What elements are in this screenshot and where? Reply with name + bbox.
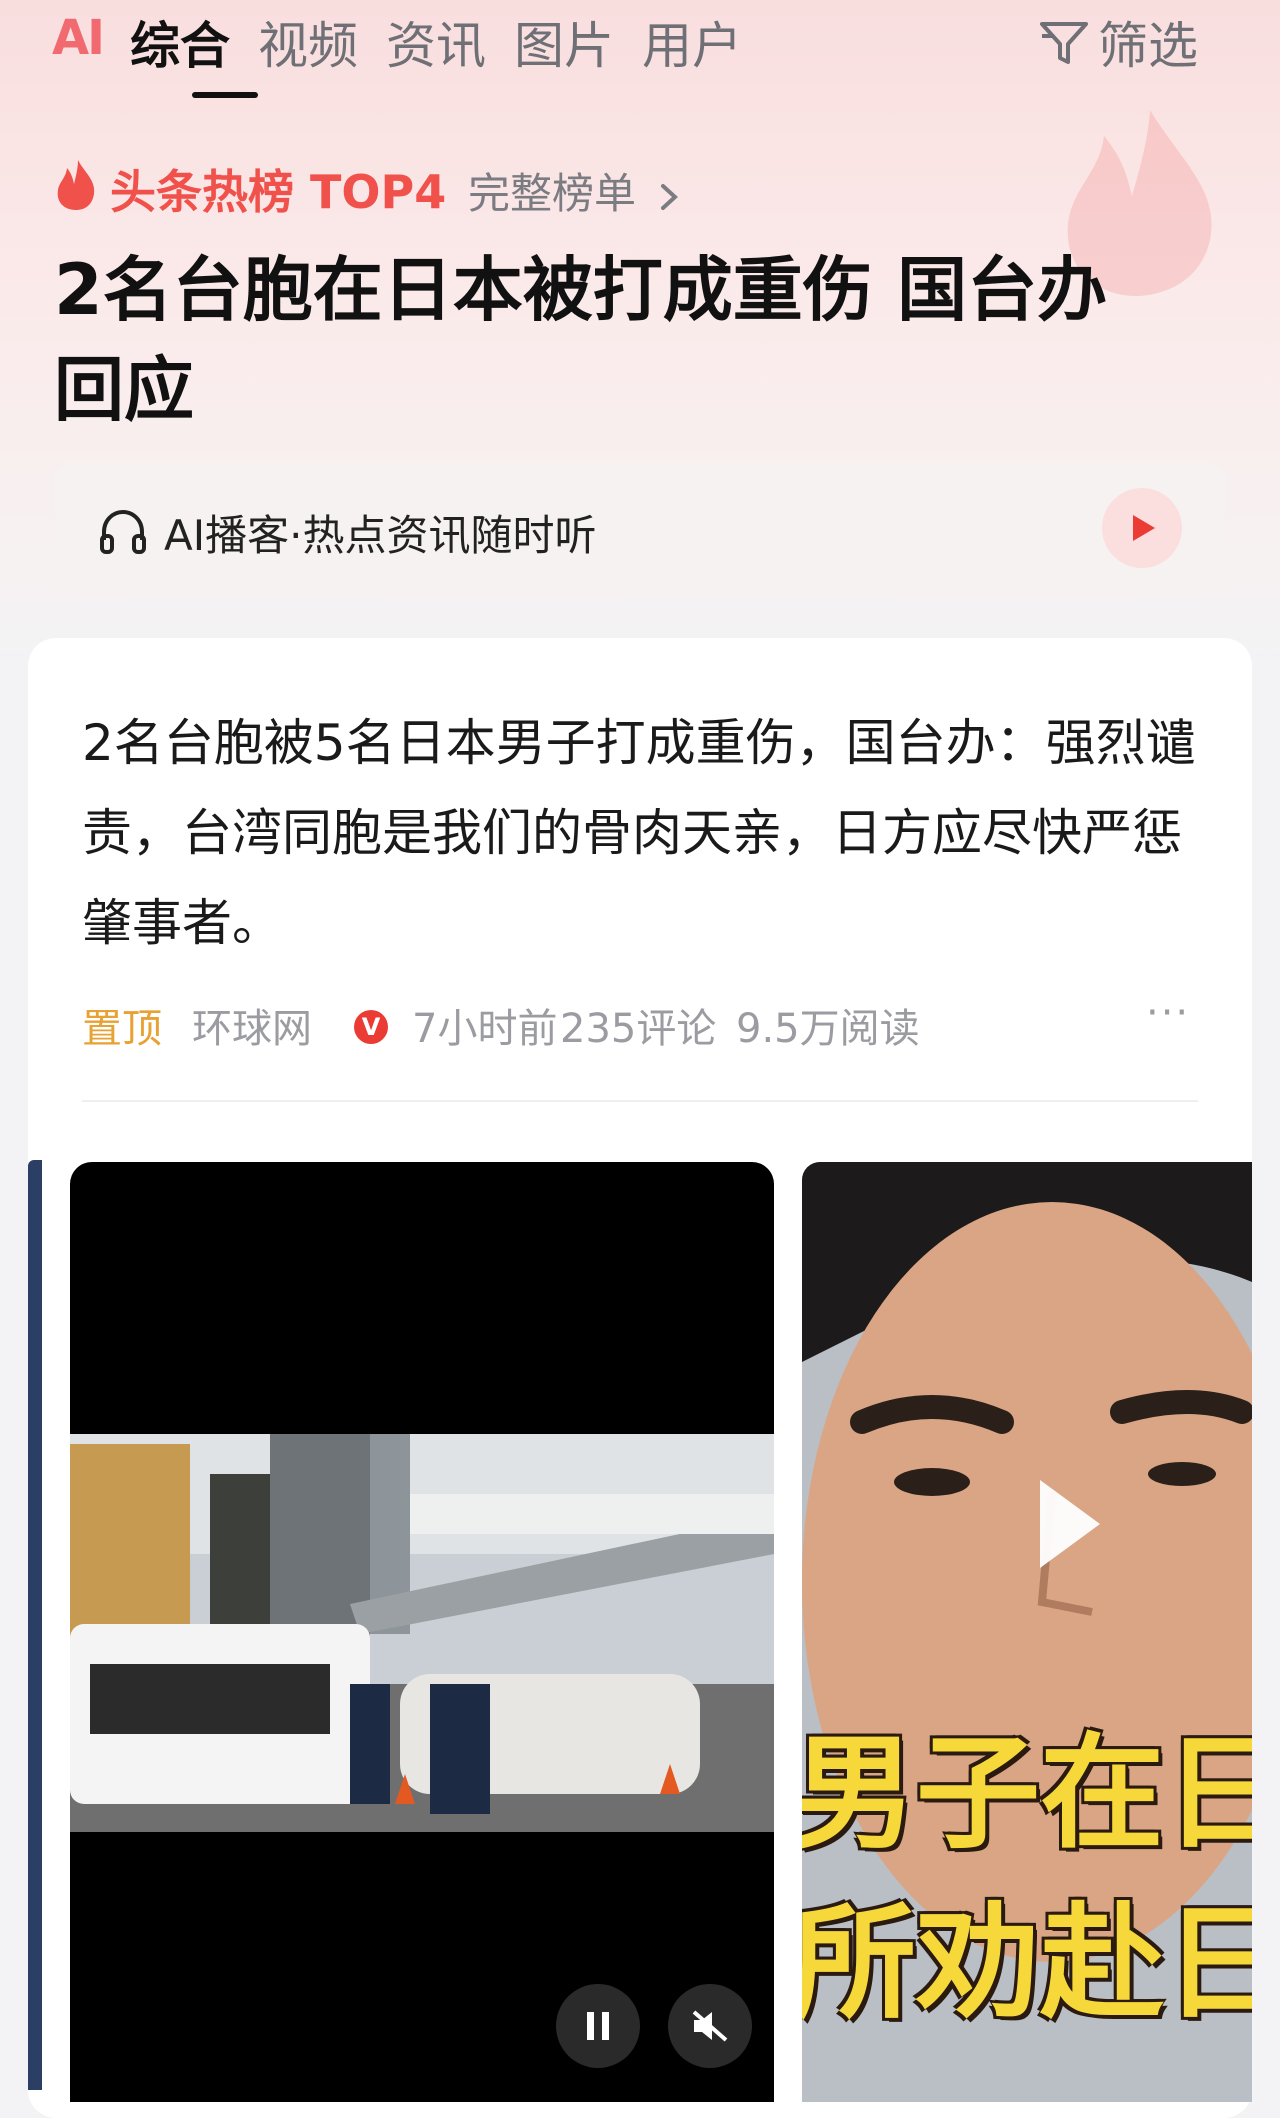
pinned-label: 置顶 [82,1006,162,1052]
active-tab-indicator [192,92,258,98]
ai-logo[interactable]: AI [52,10,105,66]
mute-button[interactable] [668,1984,752,2068]
video-thumbnail[interactable]: 男子在日 所劝赴日旅 [802,1162,1252,2102]
tab-news[interactable]: 资讯 [386,6,486,78]
podcast-text: AI播客·热点资讯随时听 [164,511,597,560]
video-frame-street-scene [70,1434,774,1832]
video-player[interactable] [70,1162,774,2102]
play-overlay-icon[interactable] [1040,1480,1100,1568]
tab-video[interactable]: 视频 [258,6,358,78]
tab-users[interactable]: 用户 [642,6,742,78]
pause-button[interactable] [556,1984,640,2068]
ai-podcast-bar[interactable]: AI播客·热点资讯随时听 [54,462,1226,596]
tab-images[interactable]: 图片 [514,6,614,78]
thumbnail-caption-line2: 所劝赴日旅 [802,1892,1252,2036]
full-list-link[interactable]: 完整榜单 [468,160,681,221]
source-name[interactable]: 环球网 [192,996,312,1054]
hot-headline[interactable]: 2名台胞在日本被打成重伤 国台办回应 [54,240,1174,440]
read-count: 9.5万阅读 [736,1006,920,1052]
full-list-label[interactable]: 完整榜单 [468,169,636,218]
filter-icon[interactable] [1038,18,1090,68]
more-options-button[interactable]: ··· [1146,990,1190,1036]
mute-icon [692,2010,728,2042]
thumbnail-caption-line1: 男子在日 [802,1722,1252,1866]
headphones-icon [100,509,146,554]
comment-count: 235评论 [560,1006,717,1052]
publish-time: 7小时前 [412,1006,558,1052]
tab-comprehensive[interactable]: 综合 [130,6,230,78]
chevron-right-icon [661,183,679,210]
previous-media-edge[interactable] [28,1160,42,2090]
article-title[interactable]: 2名台胞被5名日本男子打成重伤，国台办：强烈谴责，台湾同胞是我们的骨肉天亲，日方… [82,698,1202,968]
filter-label[interactable]: 筛选 [1098,6,1198,78]
flame-icon [57,160,95,210]
top-tab-bar: AI 综合 视频 资讯 图片 用户 筛选 [0,0,1280,100]
pause-icon [587,2012,609,2040]
hot-list-label: 头条热榜 TOP4 [110,165,447,219]
play-icon [1133,515,1155,541]
divider [82,1100,1198,1102]
podcast-play-button[interactable] [1102,488,1182,568]
verified-badge: V [354,1010,388,1044]
